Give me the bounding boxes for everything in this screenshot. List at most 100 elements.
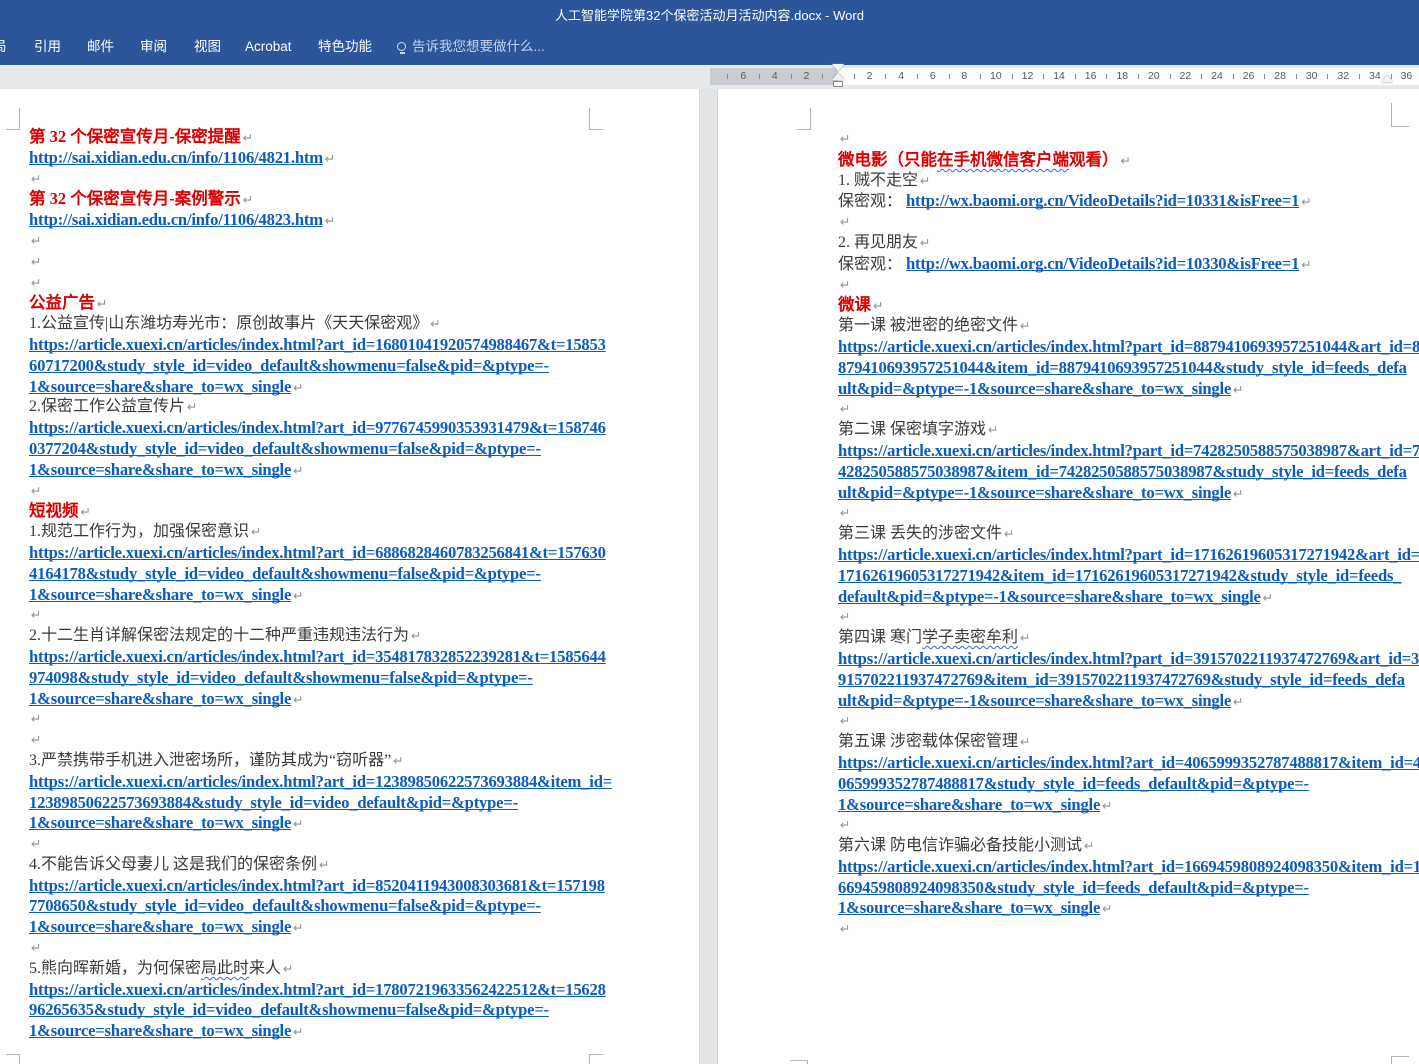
hyperlink[interactable]: ult&pid=&ptype=-1&source=share&share_to=…	[838, 483, 1231, 502]
ruler-tick	[854, 74, 855, 79]
hyperlink[interactable]: 1&source=share&share_to=wx_single	[838, 795, 1100, 814]
hyperlink[interactable]: http://wx.baomi.org.cn/VideoDetails?id=1…	[906, 254, 1299, 273]
paragraph-mark: ↵	[840, 131, 850, 146]
hyperlink[interactable]: https://article.xuexi.cn/articles/index.…	[838, 857, 1419, 876]
ruler-number: 2	[803, 70, 809, 82]
ruler-tick	[1233, 74, 1234, 79]
hyperlink[interactable]: https://article.xuexi.cn/articles/index.…	[29, 876, 605, 895]
doc-line: 保密观： http://wx.baomi.org.cn/VideoDetails…	[838, 191, 1413, 212]
hyperlink[interactable]: https://article.xuexi.cn/articles/index.…	[29, 772, 612, 791]
hyperlink[interactable]: https://article.xuexi.cn/articles/index.…	[29, 418, 606, 437]
doc-line: ↵	[29, 481, 604, 502]
hyperlink[interactable]: https://article.xuexi.cn/articles/index.…	[29, 647, 606, 666]
hyperlink[interactable]: http://sai.xidian.edu.cn/info/1106/4821.…	[29, 148, 323, 167]
doc-line: 1&source=share&share_to=wx_single↵	[838, 898, 1413, 919]
hyperlink[interactable]: 879410693957251044&item_id=8879410693957…	[838, 358, 1407, 377]
doc-line: 第五课 涉密载体保密管理↵	[838, 732, 1413, 753]
ruler-number: 24	[1211, 70, 1223, 82]
doc-line: https://article.xuexi.cn/articles/index.…	[838, 649, 1413, 670]
hyperlink[interactable]: 1&source=share&share_to=wx_single	[29, 585, 291, 604]
hyperlink[interactable]: 0377204&study_style_id=video_default&sho…	[29, 439, 541, 458]
ruler-tick	[1075, 74, 1076, 79]
doc-line: 7708650&study_style_id=video_default&sho…	[29, 896, 604, 917]
doc-line: ↵	[29, 231, 604, 252]
paragraph-mark: ↵	[325, 151, 335, 166]
doc-line: 第 32 个保密宣传月-保密提醒↵	[29, 127, 604, 148]
paragraph-mark: ↵	[1020, 630, 1030, 645]
doc-line: http://sai.xidian.edu.cn/info/1106/4823.…	[29, 210, 604, 231]
hyperlink[interactable]: default&pid=&ptype=-1&source=share&share…	[838, 587, 1261, 606]
paragraph-mark: ↵	[325, 213, 335, 228]
doc-line: 065999352787488817&study_style_id=feeds_…	[838, 774, 1413, 795]
hyperlink[interactable]: http://wx.baomi.org.cn/VideoDetails?id=1…	[906, 191, 1299, 210]
doc-line: https://article.xuexi.cn/articles/index.…	[29, 543, 604, 564]
hyperlink[interactable]: 4164178&study_style_id=video_default&sho…	[29, 564, 541, 583]
hyperlink[interactable]: ult&pid=&ptype=-1&source=share&share_to=…	[838, 379, 1231, 398]
hyperlink[interactable]: https://article.xuexi.cn/articles/index.…	[29, 980, 606, 999]
ruler-tick	[1327, 74, 1328, 79]
body-text: 第二课 保密填字游戏	[838, 421, 986, 438]
paragraph-mark: ↵	[1233, 486, 1243, 501]
paragraph-mark: ↵	[920, 173, 930, 188]
hyperlink[interactable]: https://article.xuexi.cn/articles/index.…	[838, 753, 1419, 772]
body-text: 1. 贼不走空	[838, 172, 918, 189]
hyperlink[interactable]: https://article.xuexi.cn/articles/index.…	[29, 543, 606, 562]
doc-line: 微电影（只能在手机微信客户端观看）↵	[838, 150, 1413, 171]
hyperlink[interactable]: https://article.xuexi.cn/articles/index.…	[838, 441, 1419, 460]
hyperlink[interactable]: https://article.xuexi.cn/articles/index.…	[838, 337, 1419, 356]
hyperlink[interactable]: 428250588575038987&item_id=7428250588575…	[838, 462, 1407, 481]
hyperlink[interactable]: 915702211937472769&item_id=3915702211937…	[838, 670, 1405, 689]
doc-line: ↵	[838, 607, 1413, 628]
paragraph-mark: ↵	[1233, 382, 1243, 397]
tab-4[interactable]: 视图	[194, 28, 221, 65]
hyperlink[interactable]: 065999352787488817&study_style_id=feeds_…	[838, 774, 1309, 793]
hyperlink[interactable]: 1&source=share&share_to=wx_single	[29, 689, 291, 708]
tab-1[interactable]: 引用	[34, 28, 61, 65]
hyperlink[interactable]: https://article.xuexi.cn/articles/index.…	[838, 649, 1419, 668]
doc-line: ↵	[838, 815, 1413, 836]
hyperlink[interactable]: 17162619605317271942&item_id=17162619605…	[838, 566, 1401, 585]
hyperlink[interactable]: 1&source=share&share_to=wx_single	[838, 898, 1100, 917]
paragraph-mark: ↵	[293, 588, 303, 603]
page-gap	[700, 89, 717, 1064]
doc-line: 4164178&study_style_id=video_default&sho…	[29, 564, 604, 585]
tab-layout-partial[interactable]: 局	[0, 28, 7, 65]
paragraph-mark: ↵	[293, 920, 303, 935]
hyperlink[interactable]: 974098&study_style_id=video_default&show…	[29, 668, 533, 687]
paragraph-mark: ↵	[31, 254, 41, 269]
doc-line: 保密观： http://wx.baomi.org.cn/VideoDetails…	[838, 254, 1413, 275]
doc-line: https://article.xuexi.cn/articles/index.…	[838, 441, 1413, 462]
paragraph-mark: ↵	[319, 857, 329, 872]
hyperlink[interactable]: 96265635&study_style_id=video_default&sh…	[29, 1000, 549, 1019]
tab-6[interactable]: 特色功能	[318, 28, 372, 65]
hyperlink[interactable]: ult&pid=&ptype=-1&source=share&share_to=…	[838, 691, 1231, 710]
lightbulb-icon	[397, 42, 406, 51]
doc-line: default&pid=&ptype=-1&source=share&share…	[838, 587, 1413, 608]
ruler-number: 12	[1022, 70, 1034, 82]
hyperlink[interactable]: https://article.xuexi.cn/articles/index.…	[29, 335, 606, 354]
hyperlink[interactable]: 7708650&study_style_id=video_default&sho…	[29, 896, 541, 915]
hyperlink[interactable]: 1&source=share&share_to=wx_single	[29, 917, 291, 936]
ruler-tick	[759, 74, 760, 79]
hyperlink[interactable]: 60717200&study_style_id=video_default&sh…	[29, 356, 549, 375]
doc-line: ↵	[838, 275, 1413, 296]
hyperlink[interactable]: 1&source=share&share_to=wx_single	[29, 377, 291, 396]
tab-2[interactable]: 邮件	[87, 28, 114, 65]
tab-5[interactable]: Acrobat	[245, 28, 292, 65]
hyperlink[interactable]: 12389850622573693884&study_style_id=vide…	[29, 793, 518, 812]
ruler-number: 34	[1369, 70, 1381, 82]
hyperlink[interactable]: 1&source=share&share_to=wx_single	[29, 813, 291, 832]
doc-line: https://article.xuexi.cn/articles/index.…	[29, 418, 604, 439]
hyperlink[interactable]: 1&source=share&share_to=wx_single	[29, 460, 291, 479]
tell-me-box[interactable]: 告诉我您想要做什么...	[397, 28, 545, 65]
doc-line: 1&source=share&share_to=wx_single↵	[29, 1021, 604, 1042]
doc-line: https://article.xuexi.cn/articles/index.…	[29, 647, 604, 668]
tab-3[interactable]: 审阅	[140, 28, 167, 65]
horizontal-ruler: 64224681012141618202224262830323436	[710, 65, 1419, 89]
doc-line: 第四课 寒门学子卖密牟利↵	[838, 628, 1413, 649]
hyperlink[interactable]: https://article.xuexi.cn/articles/index.…	[838, 545, 1419, 564]
hyperlink[interactable]: http://sai.xidian.edu.cn/info/1106/4823.…	[29, 210, 323, 229]
paragraph-mark: ↵	[31, 233, 41, 248]
hyperlink[interactable]: 669459808924098350&study_style_id=feeds_…	[838, 878, 1309, 897]
hyperlink[interactable]: 1&source=share&share_to=wx_single	[29, 1021, 291, 1040]
